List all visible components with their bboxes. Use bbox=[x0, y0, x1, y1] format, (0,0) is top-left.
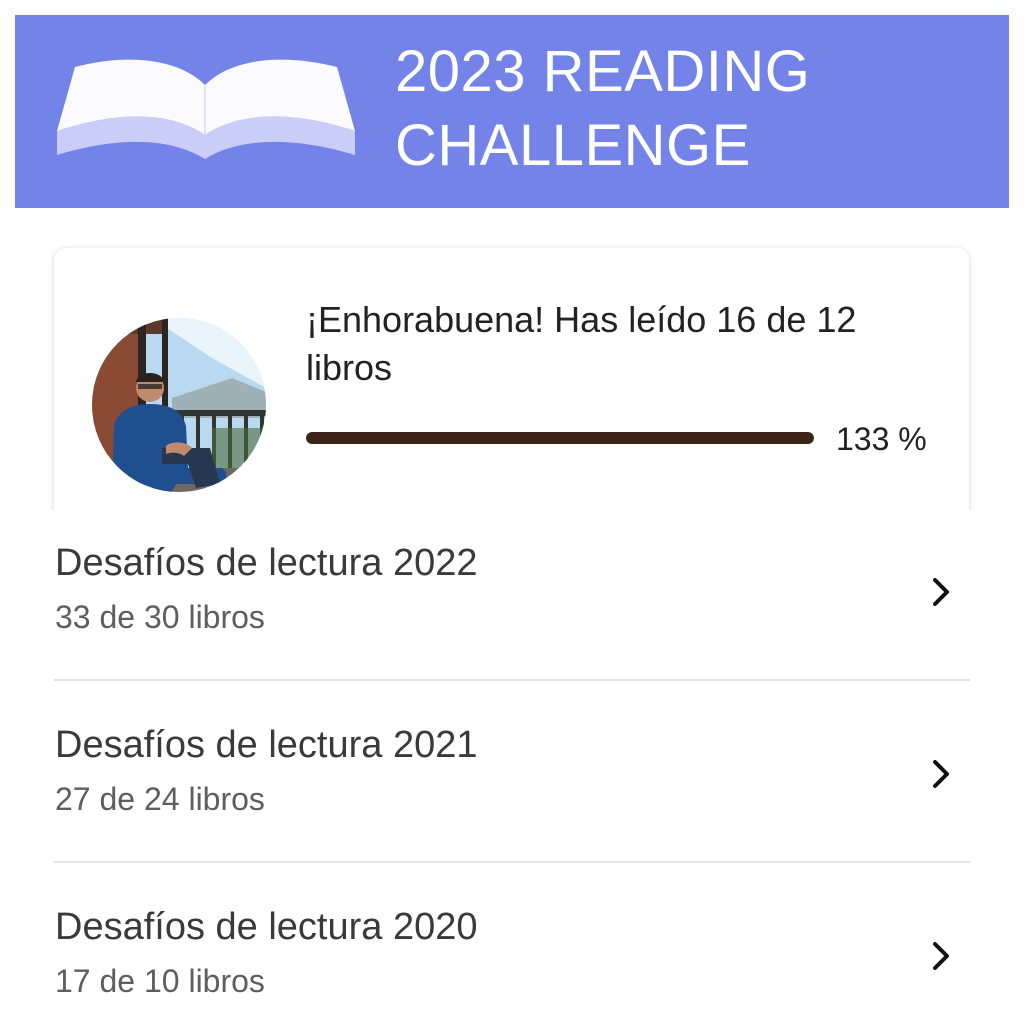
list-item[interactable]: Desafíos de lectura 2020 17 de 10 libros bbox=[15, 874, 1009, 1024]
past-challenges-list: Desafíos de lectura 2022 33 de 30 libros… bbox=[15, 510, 1009, 1010]
app-screen: 2023 READING CHALLENGE ¡Enhorabuena! Has… bbox=[0, 0, 1024, 1024]
chevron-right-icon[interactable] bbox=[929, 756, 953, 792]
chevron-right-icon[interactable] bbox=[929, 938, 953, 974]
progress-card: ¡Enhorabuena! Has leído 16 de 12 libros … bbox=[54, 248, 969, 538]
challenge-count: 17 de 10 libros bbox=[55, 963, 265, 999]
avatar[interactable] bbox=[92, 318, 266, 492]
progress-bar-fill bbox=[306, 432, 814, 444]
challenge-count: 27 de 24 libros bbox=[55, 781, 265, 817]
challenge-count: 33 de 30 libros bbox=[55, 599, 265, 635]
progress-bar bbox=[306, 432, 814, 444]
challenge-title: Desafíos de lectura 2020 bbox=[55, 906, 478, 948]
progress-message: ¡Enhorabuena! Has leído 16 de 12 libros bbox=[306, 299, 857, 388]
chevron-right-icon[interactable] bbox=[929, 574, 953, 610]
challenge-title: Desafíos de lectura 2021 bbox=[55, 724, 478, 766]
challenge-banner: 2023 READING CHALLENGE bbox=[15, 15, 1009, 208]
list-item[interactable]: Desafíos de lectura 2021 27 de 24 libros bbox=[15, 692, 1009, 874]
list-item[interactable]: Desafíos de lectura 2022 33 de 30 libros bbox=[15, 510, 1009, 692]
open-book-icon bbox=[57, 59, 355, 159]
divider bbox=[54, 679, 970, 681]
divider bbox=[54, 861, 970, 863]
progress-percent: 133 % bbox=[836, 421, 927, 457]
challenge-title: Desafíos de lectura 2022 bbox=[55, 542, 478, 584]
profile-photo bbox=[92, 318, 266, 492]
banner-title: 2023 READING CHALLENGE bbox=[395, 39, 811, 178]
